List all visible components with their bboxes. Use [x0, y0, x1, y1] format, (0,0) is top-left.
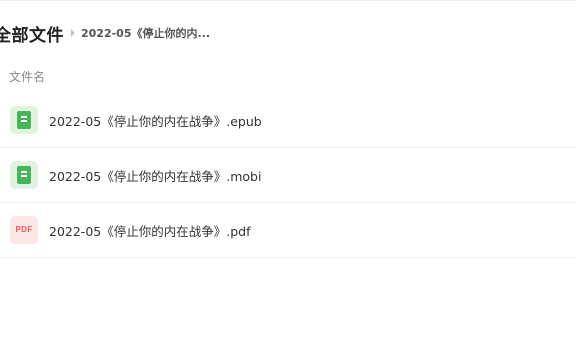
- file-name[interactable]: 2022-05《停止你的内在战争》.pdf: [49, 221, 250, 240]
- chevron-right-icon: [71, 29, 75, 37]
- file-browser-page: 全部文件 2022-05《停止你的内... 文件名 2022-05《停止你的内在…: [0, 0, 576, 356]
- mobi-book-icon: [10, 161, 38, 189]
- file-row[interactable]: 2022-05《停止你的内在战争》.mobi: [0, 148, 576, 203]
- pdf-file-icon: PDF: [10, 216, 38, 244]
- breadcrumb: 全部文件 2022-05《停止你的内...: [0, 18, 210, 48]
- file-name[interactable]: 2022-05《停止你的内在战争》.epub: [49, 111, 262, 130]
- breadcrumb-current-folder: 2022-05《停止你的内...: [81, 27, 211, 40]
- file-list: 2022-05《停止你的内在战争》.epub 2022-05《停止你的内在战争》…: [0, 93, 576, 258]
- file-row[interactable]: 2022-05《停止你的内在战争》.epub: [0, 93, 576, 148]
- file-row[interactable]: PDF 2022-05《停止你的内在战争》.pdf: [0, 203, 576, 258]
- file-name[interactable]: 2022-05《停止你的内在战争》.mobi: [49, 166, 261, 185]
- epub-book-icon: [10, 106, 38, 134]
- top-divider: [0, 0, 576, 1]
- column-header-filename[interactable]: 文件名: [9, 68, 45, 85]
- breadcrumb-all-files[interactable]: 全部文件: [0, 21, 64, 46]
